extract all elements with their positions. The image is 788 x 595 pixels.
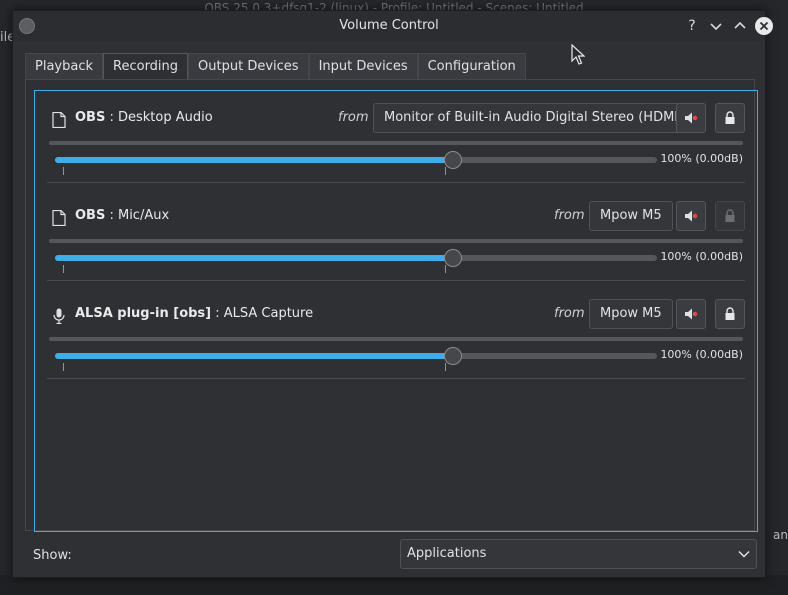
stream-list: OBS : Desktop Audio from Monitor of Buil… [34, 90, 758, 532]
stream-row: OBS : Mic/Aux from Mpow M5 100% (0.00dB) [47, 189, 745, 281]
tick-silence [63, 167, 64, 175]
volume-slider[interactable] [55, 255, 657, 261]
volume-slider-fill [55, 157, 453, 163]
minimize-icon[interactable] [707, 17, 725, 35]
document-icon [52, 112, 66, 128]
speaker-muted-icon [685, 308, 698, 320]
device-select-button[interactable]: Mpow M5 [589, 201, 673, 231]
show-filter-value: Applications [407, 546, 487, 561]
from-label: from [338, 110, 369, 125]
volume-slider-handle[interactable] [444, 151, 462, 169]
lock-icon [725, 307, 735, 320]
divider [47, 378, 745, 379]
tick-silence [63, 265, 64, 273]
stream-row: ALSA plug-in [obs] : ALSA Capture from M… [47, 287, 745, 379]
peak-meter [49, 239, 743, 243]
lock-channels-button[interactable] [715, 103, 745, 133]
background-right-text: an [773, 528, 788, 542]
peak-meter [49, 337, 743, 341]
tab-output-devices[interactable]: Output Devices [188, 53, 309, 79]
tab-configuration[interactable]: Configuration [417, 53, 526, 79]
from-label: from [554, 306, 585, 321]
close-icon[interactable] [755, 17, 773, 35]
tick-base [445, 265, 446, 273]
mute-button[interactable] [676, 201, 706, 231]
lock-channels-button[interactable] [715, 299, 745, 329]
volume-level: 100% (0.00dB) [660, 152, 743, 165]
show-filter-select[interactable]: Applications [400, 539, 757, 569]
speaker-muted-icon [685, 210, 698, 222]
tab-bar: Playback Recording Output Devices Input … [25, 53, 526, 80]
tab-recording[interactable]: Recording [103, 53, 189, 80]
lock-icon [725, 111, 735, 124]
mouse-pointer-icon [571, 44, 585, 65]
divider [47, 280, 745, 281]
volume-slider[interactable] [55, 353, 657, 359]
chevron-down-icon [738, 550, 750, 558]
stream-name: OBS : Desktop Audio [75, 110, 213, 125]
lock-icon [725, 209, 735, 222]
peak-meter [49, 141, 743, 145]
volume-slider-handle[interactable] [444, 347, 462, 365]
volume-slider[interactable] [55, 157, 657, 163]
mute-button[interactable] [676, 299, 706, 329]
microphone-icon [53, 308, 65, 324]
device-select-button[interactable]: Monitor of Built-in Audio Digital Stereo… [373, 103, 695, 133]
tab-input-devices[interactable]: Input Devices [308, 53, 418, 79]
lock-channels-button[interactable] [715, 201, 745, 231]
volume-level: 100% (0.00dB) [660, 250, 743, 263]
stream-app: OBS [75, 208, 106, 223]
background-taskbar [0, 575, 788, 595]
tick-base [445, 363, 446, 371]
divider [47, 182, 745, 183]
mute-button[interactable] [676, 103, 706, 133]
speaker-muted-icon [685, 112, 698, 124]
stream-app: OBS [75, 110, 106, 125]
volume-slider-fill [55, 255, 453, 261]
stream-name: ALSA plug-in [obs] : ALSA Capture [75, 306, 314, 321]
maximize-icon[interactable] [731, 17, 749, 35]
from-label: from [554, 208, 585, 223]
show-label: Show: [33, 548, 72, 563]
tab-playback[interactable]: Playback [25, 53, 104, 79]
volume-control-dialog: Volume Control ? Playback Recording Outp… [12, 10, 773, 578]
document-icon [52, 210, 66, 226]
help-icon[interactable]: ? [683, 17, 701, 35]
tick-silence [63, 363, 64, 371]
titlebar[interactable]: Volume Control ? [13, 11, 773, 41]
stream-app: ALSA plug-in [obs] [75, 306, 212, 321]
volume-slider-handle[interactable] [444, 249, 462, 267]
stream-row: OBS : Desktop Audio from Monitor of Buil… [47, 91, 745, 183]
device-select-button[interactable]: Mpow M5 [589, 299, 673, 329]
volume-slider-fill [55, 353, 453, 359]
stream-name: OBS : Mic/Aux [75, 208, 170, 223]
dialog-title: Volume Control [339, 18, 439, 33]
volume-level: 100% (0.00dB) [660, 348, 743, 361]
tick-base [445, 167, 446, 175]
recording-panel: OBS : Desktop Audio from Monitor of Buil… [25, 79, 758, 532]
